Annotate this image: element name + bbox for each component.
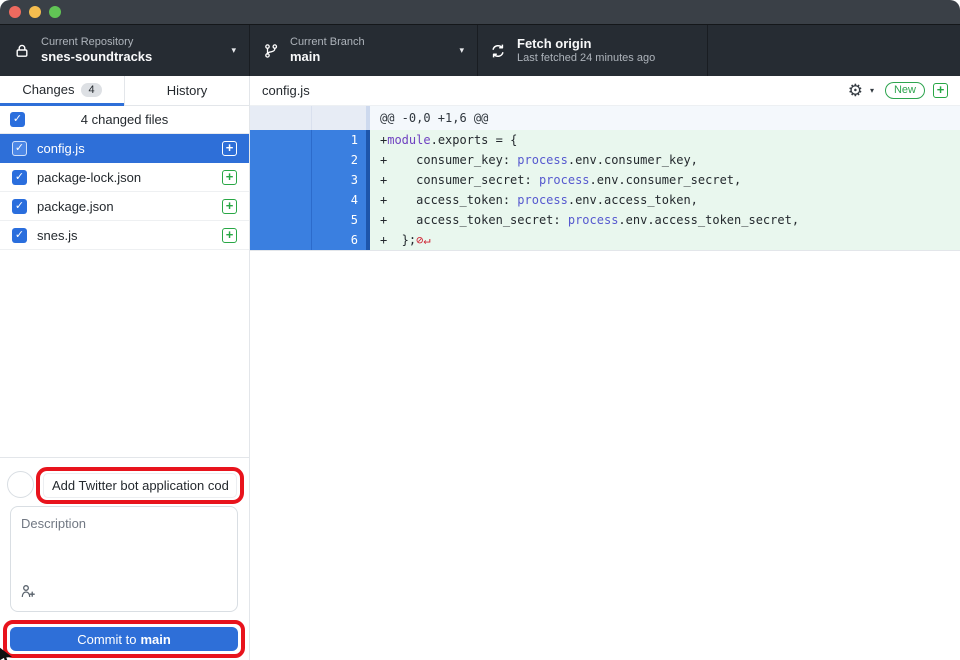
chevron-down-icon: ▾ (459, 45, 464, 56)
titlebar (0, 0, 960, 25)
chevron-down-icon: ▾ (231, 45, 236, 56)
diff-line: 2+ consumer_key: process.env.consumer_ke… (250, 150, 960, 170)
github-desktop-window: Current Repository snes-soundtracks ▾ Cu… (0, 0, 960, 660)
diff-line-text: +module.exports = { (370, 130, 960, 150)
repository-label: Current Repository (41, 36, 152, 50)
tab-changes[interactable]: Changes 4 (0, 76, 124, 106)
commit-summary-input[interactable] (43, 473, 237, 498)
file-row[interactable]: ✓ package.json + (0, 192, 249, 221)
file-name: snes.js (37, 228, 212, 243)
diff-line-gutter[interactable]: 2 (250, 150, 370, 170)
diff-header: config.js ⚙ ▾ New + (250, 76, 960, 106)
line-number: 5 (312, 210, 366, 230)
file-include-checkbox[interactable]: ✓ (12, 228, 27, 243)
select-all-checkbox[interactable]: ✓ (10, 112, 25, 127)
current-branch-dropdown[interactable]: Current Branch main ▾ (250, 25, 478, 76)
hunk-gutter (250, 106, 370, 130)
line-number: 6 (312, 230, 366, 250)
sidebar-tabs: Changes 4 History (0, 76, 249, 106)
diff-line: 5+ access_token_secret: process.env.acce… (250, 210, 960, 230)
add-coauthor-icon[interactable] (20, 583, 36, 604)
avatar (7, 471, 34, 498)
file-include-checkbox[interactable]: ✓ (12, 199, 27, 214)
diff-line: 4+ access_token: process.env.access_toke… (250, 190, 960, 210)
diff-line-gutter[interactable]: 4 (250, 190, 370, 210)
fetch-subtitle: Last fetched 24 minutes ago (517, 52, 655, 66)
changes-sidebar: Changes 4 History ✓ 4 changed files ✓ con… (0, 76, 250, 660)
diff-line-gutter[interactable]: 5 (250, 210, 370, 230)
new-badge[interactable]: New (885, 82, 925, 99)
diff-line-gutter[interactable]: 6 (250, 230, 370, 250)
diff-pane: config.js ⚙ ▾ New + @@ -0,0 +1,6 @@ 1+mo… (250, 76, 960, 660)
diff-line: 1+module.exports = { (250, 130, 960, 150)
chevron-down-icon[interactable]: ▾ (870, 86, 874, 95)
hunk-header-row: @@ -0,0 +1,6 @@ (250, 106, 960, 130)
line-number: 4 (312, 190, 366, 210)
current-repository-dropdown[interactable]: Current Repository snes-soundtracks ▾ (0, 25, 250, 76)
repository-name: snes-soundtracks (41, 49, 152, 65)
diff-line-gutter[interactable]: 1 (250, 130, 370, 150)
branch-name: main (290, 49, 365, 65)
commit-button-branch: main (140, 632, 170, 647)
toolbar: Current Repository snes-soundtracks ▾ Cu… (0, 25, 960, 76)
file-list: ✓ config.js + ✓ package-lock.json + ✓ package.j… (0, 134, 249, 250)
file-row[interactable]: ✓ package-lock.json + (0, 163, 249, 192)
file-row[interactable]: ✓ snes.js + (0, 221, 249, 250)
diff-line: 6+ };⊘↵ (250, 230, 960, 250)
plus-square-icon[interactable]: + (933, 83, 948, 98)
line-number: 1 (312, 130, 366, 150)
line-number: 2 (312, 150, 366, 170)
file-include-checkbox[interactable]: ✓ (12, 141, 27, 156)
fetch-origin-button[interactable]: Fetch origin Last fetched 24 minutes ago (478, 25, 708, 76)
changed-files-header: ✓ 4 changed files (0, 106, 249, 134)
branch-label: Current Branch (290, 36, 365, 50)
diff-filename: config.js (262, 83, 848, 98)
commit-description-box (10, 506, 238, 612)
zoom-window-button[interactable] (49, 6, 61, 18)
tab-history[interactable]: History (124, 76, 249, 106)
diff-end-border (250, 250, 960, 251)
changes-count-badge: 4 (81, 83, 101, 97)
fetch-title: Fetch origin (517, 36, 655, 52)
commit-description-input[interactable] (11, 507, 237, 585)
line-number: 3 (312, 170, 366, 190)
toolbar-empty-area (708, 25, 960, 76)
file-include-checkbox[interactable]: ✓ (12, 170, 27, 185)
commit-form: Commit to main (0, 457, 249, 660)
plus-square-icon[interactable]: + (222, 228, 237, 243)
git-branch-icon (263, 43, 279, 59)
file-name: config.js (37, 141, 212, 156)
plus-square-icon[interactable]: + (222, 170, 237, 185)
diff-line-text: + consumer_key: process.env.consumer_key… (370, 150, 960, 170)
file-name: package.json (37, 199, 212, 214)
plus-square-icon[interactable]: + (222, 141, 237, 156)
commit-button-prefix: Commit to (77, 632, 136, 647)
plus-square-icon[interactable]: + (222, 199, 237, 214)
diff-lines: 1+module.exports = {2+ consumer_key: pro… (250, 130, 960, 250)
lock-icon (14, 43, 30, 59)
changed-files-count: 4 changed files (81, 112, 168, 127)
diff-line-text: + access_token: process.env.access_token… (370, 190, 960, 210)
file-row[interactable]: ✓ config.js + (0, 134, 249, 163)
diff-line-text: + access_token_secret: process.env.acces… (370, 210, 960, 230)
diff-line: 3+ consumer_secret: process.env.consumer… (250, 170, 960, 190)
commit-button[interactable]: Commit to main (10, 627, 238, 651)
diff-line-gutter[interactable]: 3 (250, 170, 370, 190)
sync-icon (490, 43, 506, 59)
hunk-header-text: @@ -0,0 +1,6 @@ (370, 106, 960, 130)
close-window-button[interactable] (9, 6, 21, 18)
tab-history-label: History (167, 83, 207, 98)
diff-body: @@ -0,0 +1,6 @@ 1+module.exports = {2+ c… (250, 106, 960, 660)
file-list-empty-space (0, 250, 249, 457)
diff-line-text: + consumer_secret: process.env.consumer_… (370, 170, 960, 190)
file-name: package-lock.json (37, 170, 212, 185)
gear-icon[interactable]: ⚙ (848, 82, 863, 99)
minimize-window-button[interactable] (29, 6, 41, 18)
tab-changes-label: Changes (22, 82, 74, 97)
diff-line-text: + };⊘↵ (370, 230, 960, 250)
